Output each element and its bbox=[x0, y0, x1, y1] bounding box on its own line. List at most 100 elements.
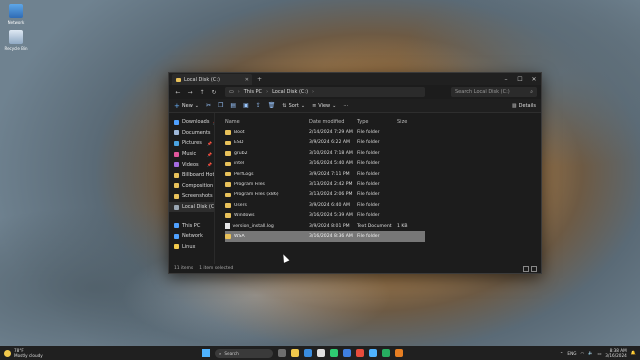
taskbar-app-icon[interactable] bbox=[356, 349, 364, 357]
minimize-button[interactable]: – bbox=[499, 76, 513, 83]
column-name[interactable]: Name bbox=[225, 119, 309, 125]
file-row[interactable]: version_install.log 3/9/2024 8:01 PM Text … bbox=[225, 221, 425, 231]
delete-icon[interactable]: 🗑 bbox=[268, 102, 276, 109]
nav-item[interactable]: Music 📌 bbox=[169, 149, 214, 160]
file-explorer-window: Local Disk (C:) ✕ + – ☐ ✕ ← → ↑ ↻ ▭ › Th… bbox=[168, 72, 542, 274]
taskbar-search[interactable]: ⌕ Search bbox=[215, 348, 273, 358]
taskbar-app-icon[interactable] bbox=[304, 349, 312, 357]
column-size[interactable]: Size bbox=[397, 119, 425, 125]
search-input[interactable]: Search Local Disk (C:) ⌕ bbox=[451, 87, 537, 97]
nav-item[interactable]: Pictures 📌 bbox=[169, 138, 214, 149]
start-button[interactable] bbox=[202, 349, 210, 357]
taskbar-app-icon[interactable] bbox=[330, 349, 338, 357]
new-tab-button[interactable]: + bbox=[257, 76, 262, 83]
taskbar-app-icon[interactable] bbox=[291, 349, 299, 357]
file-row[interactable]: grub2 3/10/2024 7:18 AM File folder bbox=[225, 148, 425, 158]
taskbar-app-icon[interactable] bbox=[317, 349, 325, 357]
address-bar[interactable]: ▭ › This PC › Local Disk (C:) › bbox=[225, 87, 425, 97]
desktop-icon-recycle-bin[interactable]: Recycle Bin bbox=[4, 30, 28, 51]
nav-item[interactable]: This PC bbox=[169, 220, 214, 231]
nav-item-label: Videos bbox=[182, 161, 199, 168]
taskbar-app-icon[interactable] bbox=[382, 349, 390, 357]
taskbar-app-icon[interactable] bbox=[343, 349, 351, 357]
nav-item[interactable]: Linux bbox=[169, 242, 214, 253]
search-placeholder: Search Local Disk (C:) bbox=[455, 89, 510, 95]
refresh-button[interactable]: ↻ bbox=[209, 89, 219, 96]
file-type: File folder bbox=[357, 130, 380, 136]
file-row[interactable]: ESD 3/9/2024 6:22 AM File folder bbox=[225, 138, 425, 148]
details-view-icon[interactable] bbox=[523, 265, 529, 272]
paste-icon[interactable]: ▤ bbox=[230, 102, 236, 109]
breadcrumb-this-pc[interactable]: This PC bbox=[244, 89, 262, 95]
language-indicator[interactable]: ENG bbox=[567, 351, 576, 356]
file-row[interactable]: intel 3/16/2024 5:40 AM File folder bbox=[225, 159, 425, 169]
file-name: Program Files bbox=[234, 182, 265, 188]
nav-item[interactable]: Screenshots bbox=[169, 191, 214, 202]
file-type: File folder bbox=[357, 171, 380, 177]
file-date: 3/9/2024 6:22 AM bbox=[309, 140, 350, 146]
weather-widget[interactable]: 78°F Mostly cloudy bbox=[0, 348, 120, 358]
file-row[interactable]: PerfLogs 3/9/2024 7:11 PM File folder bbox=[225, 169, 425, 179]
file-name: Windows bbox=[234, 213, 255, 219]
view-button[interactable]: ≡ View ⌄ bbox=[312, 103, 336, 109]
new-button[interactable]: + New ⌄ bbox=[174, 102, 199, 110]
nav-item[interactable]: Documents📌 bbox=[169, 128, 214, 139]
details-button[interactable]: ▥ Details bbox=[512, 103, 536, 109]
nav-item[interactable]: Composition bbox=[169, 181, 214, 192]
clock[interactable]: 8:38 AM 3/16/2024 bbox=[605, 348, 626, 358]
taskbar-app-icon[interactable] bbox=[278, 349, 286, 357]
up-button[interactable]: ↑ bbox=[197, 89, 207, 96]
rename-icon[interactable]: ▣ bbox=[243, 102, 249, 109]
column-type[interactable]: Type bbox=[357, 119, 397, 125]
file-row[interactable]: Windows 3/16/2024 5:39 AM File folder bbox=[225, 211, 425, 221]
taskbar-app-icon[interactable] bbox=[395, 349, 403, 357]
file-type: File folder bbox=[357, 233, 380, 239]
nav-item-label: Pictures bbox=[182, 140, 202, 147]
forward-button[interactable]: → bbox=[185, 89, 195, 96]
file-row[interactable]: Program Files (x86) 3/13/2024 2:06 PM File… bbox=[225, 190, 425, 200]
nav-item-label: Composition bbox=[182, 182, 214, 189]
folder-icon bbox=[174, 183, 179, 189]
nav-item-label: Screenshots bbox=[182, 193, 213, 200]
more-button[interactable]: ··· bbox=[343, 103, 348, 109]
folder-icon bbox=[225, 151, 231, 156]
column-date[interactable]: Date modified bbox=[309, 119, 357, 125]
file-row[interactable]: WSA 3/16/2024 8:36 AM File folder bbox=[225, 231, 425, 242]
volume-icon[interactable]: 🔈 bbox=[588, 350, 593, 356]
sort-button[interactable]: ⇅ Sort ⌄ bbox=[282, 103, 305, 109]
file-row[interactable]: Program Files 3/13/2024 2:42 PM File folde… bbox=[225, 179, 425, 189]
nav-item[interactable]: Network bbox=[169, 231, 214, 242]
breadcrumb-local-disk[interactable]: Local Disk (C:) bbox=[272, 89, 308, 95]
file-size: 1 KB bbox=[397, 223, 408, 229]
file-row[interactable]: Boot 2/14/2024 7:29 AM File folder bbox=[225, 127, 425, 137]
close-button[interactable]: ✕ bbox=[527, 76, 541, 83]
folder-icon bbox=[174, 233, 179, 239]
window-tab[interactable]: Local Disk (C:) ✕ bbox=[172, 74, 252, 85]
maximize-button[interactable]: ☐ bbox=[513, 76, 527, 83]
wifi-icon[interactable]: ◠ bbox=[580, 351, 584, 356]
copy-icon[interactable]: ❐ bbox=[218, 102, 223, 109]
notification-icon[interactable]: 🔔 bbox=[631, 350, 636, 356]
file-type: File folder bbox=[357, 161, 380, 167]
recycle-bin-icon bbox=[9, 30, 23, 44]
file-name: ESD bbox=[234, 140, 244, 146]
chevron-up-icon[interactable]: ⌃ bbox=[560, 351, 564, 356]
taskbar-app-icon[interactable] bbox=[369, 349, 377, 357]
nav-item[interactable]: Videos 📌 bbox=[169, 159, 214, 170]
pin-icon: 📌 bbox=[207, 140, 212, 146]
tab-close-icon[interactable]: ✕ bbox=[245, 77, 249, 83]
share-icon[interactable]: ⇪ bbox=[256, 102, 261, 109]
desktop-icon-network[interactable]: Network bbox=[4, 4, 28, 25]
battery-icon[interactable]: ▭ bbox=[597, 351, 601, 356]
file-list: Name Date modified Type Size Boot 2/14/20… bbox=[215, 113, 541, 264]
nav-item[interactable]: Billboard Hot bbox=[169, 170, 214, 181]
file-date: 3/13/2024 2:06 PM bbox=[309, 192, 353, 198]
tiles-view-icon[interactable] bbox=[531, 265, 537, 272]
folder-icon bbox=[174, 130, 179, 136]
file-row[interactable]: Users 3/9/2024 6:40 AM File folder bbox=[225, 200, 425, 210]
cut-icon[interactable]: ✂ bbox=[206, 102, 211, 109]
nav-item[interactable]: Local Disk (C:) bbox=[169, 201, 214, 213]
nav-item[interactable]: Downloads📌 bbox=[169, 117, 214, 128]
file-type: File folder bbox=[357, 140, 380, 146]
back-button[interactable]: ← bbox=[173, 89, 183, 96]
